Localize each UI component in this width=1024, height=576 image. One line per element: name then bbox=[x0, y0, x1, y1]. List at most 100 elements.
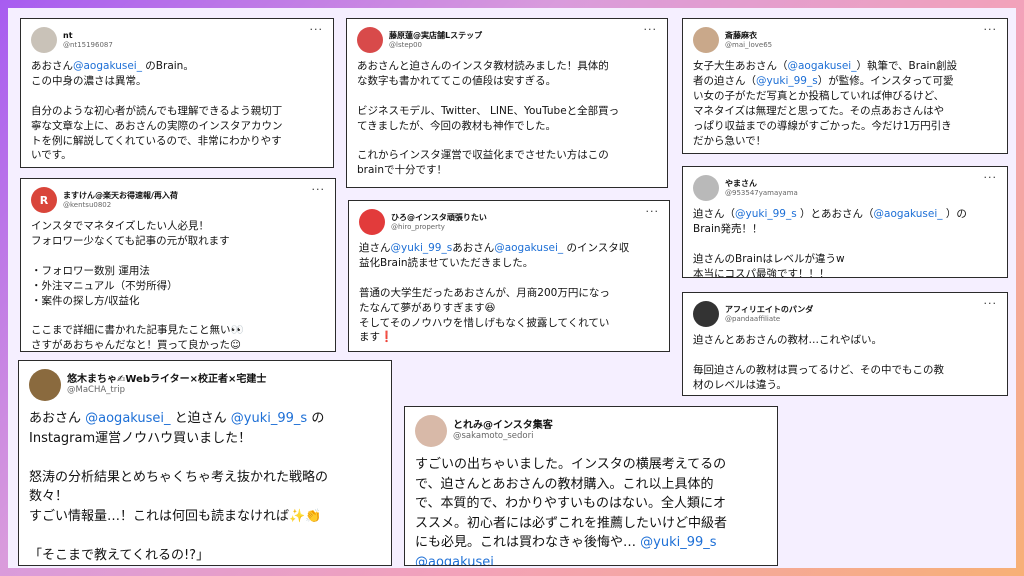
tweet-line bbox=[359, 271, 659, 286]
tweet-line bbox=[31, 308, 325, 323]
tweet-line: ・案件の探し方/収益化 bbox=[31, 294, 140, 307]
tweet-line: 寧な文章な上に、あおさんの実際のインスタアカウン bbox=[31, 119, 283, 132]
tweet-line: ・フォロワー数別 運用法 bbox=[31, 264, 150, 277]
tweet-line: 迫さん@yuki_99_sあおさん@aogakusei_ のインスタ収 bbox=[359, 242, 630, 254]
mention-link[interactable]: @aogakusei_ bbox=[73, 60, 142, 72]
tweet-body: あおさんと迫さんのインスタ教材読みました！具体的 な数字も書かれててこの値段は安す… bbox=[357, 59, 657, 178]
tweet-line: トを例に解説してくれているので、非常にわかりやす bbox=[31, 134, 282, 147]
tweet-card[interactable]: 斎藤麻衣 @mai_love65 ··· 女子大生あおさん（@aogakusei… bbox=[682, 18, 1008, 154]
tweet-body: 迫さん@yuki_99_sあおさん@aogakusei_ のインスタ収 益化Bra… bbox=[359, 241, 659, 345]
more-options-icon[interactable]: ··· bbox=[312, 184, 326, 195]
display-name[interactable]: 藤原蓮@実店舗Lステップ bbox=[389, 31, 482, 40]
avatar[interactable] bbox=[693, 175, 719, 201]
handle[interactable]: @kentsu0802 bbox=[63, 201, 178, 209]
tweet-body: 女子大生あおさん（@aogakusei_）執筆で、Brain創設 者の迫さん（@y… bbox=[693, 59, 997, 148]
tweet-line bbox=[29, 448, 381, 468]
mention-link[interactable]: @aogakusei_ bbox=[874, 208, 943, 220]
avatar[interactable] bbox=[359, 209, 385, 235]
tweet-line: Instagram運営ノウハウ買いました！ bbox=[29, 430, 252, 446]
handle[interactable]: @nt15196087 bbox=[63, 41, 113, 49]
mention-link[interactable]: @aogakusei_ bbox=[494, 242, 563, 254]
more-options-icon[interactable]: ··· bbox=[984, 298, 998, 309]
more-options-icon[interactable]: ··· bbox=[644, 24, 658, 35]
tweet-line: 毎回迫さんの教材は買ってるけど、その中でもこの教 bbox=[693, 363, 944, 376]
handle[interactable]: @pandaaffiliate bbox=[725, 315, 813, 323]
tweet-header: nt @nt15196087 ··· bbox=[31, 24, 324, 55]
handle[interactable]: @sakamoto_sedori bbox=[453, 431, 553, 442]
avatar[interactable] bbox=[693, 27, 719, 53]
display-name[interactable]: アフィリエイトのパンダ bbox=[725, 305, 813, 314]
tweet-card[interactable]: 悠木まちゃ✍Webライター×校正者×宅建士 @MaCHA_trip あおさん @… bbox=[18, 360, 392, 566]
tweet-card[interactable]: 藤原蓮@実店舗Lステップ @lstep00 ··· あおさんと迫さんのインスタ教… bbox=[346, 18, 668, 188]
tweet-card[interactable]: nt @nt15196087 ··· あおさん@aogakusei_ のBrai… bbox=[20, 18, 334, 168]
tweet-line bbox=[31, 89, 323, 104]
handle[interactable]: @hiro_property bbox=[391, 223, 487, 231]
avatar[interactable]: R bbox=[31, 187, 57, 213]
tweet-line: brainで十分です！ bbox=[357, 164, 447, 177]
tweet-line bbox=[357, 134, 657, 149]
tweet-body: あおさん@aogakusei_ のBrain。 この中身の濃さは異常。 自分のような… bbox=[31, 59, 323, 163]
mention-link[interactable]: @aogakusei_ bbox=[415, 555, 500, 566]
avatar[interactable] bbox=[357, 27, 383, 53]
display-name[interactable]: ひろ@インスタ頑張りたい bbox=[391, 213, 487, 222]
tweet-line: 益化Brain読ませていただきました。 bbox=[359, 256, 534, 269]
tweet-card[interactable]: アフィリエイトのパンダ @pandaaffiliate ··· 迫さんとあおさん… bbox=[682, 292, 1008, 396]
tweet-line: ・外注マニュアル（不労所得） bbox=[31, 279, 178, 292]
tweet-line: な数字も書かれててこの値段は安すぎる。 bbox=[357, 74, 557, 87]
mention-link[interactable]: @yuki_99_s bbox=[735, 208, 797, 220]
avatar[interactable] bbox=[31, 27, 57, 53]
tweet-line: で、本質的で、わかりやすいものはない。全人類にオ bbox=[415, 496, 726, 511]
mention-link[interactable]: @yuki_99_s bbox=[640, 535, 716, 550]
mention-link[interactable]: @aogakusei_ bbox=[85, 411, 170, 426]
tweet-line bbox=[357, 89, 657, 104]
tweet-line bbox=[693, 348, 997, 363]
handle[interactable]: @lstep00 bbox=[389, 41, 482, 49]
tweet-card[interactable]: やまさん @953547yamayama ··· 迫さん（@yuki_99_s … bbox=[682, 166, 1008, 278]
tweet-line bbox=[693, 237, 997, 252]
display-name[interactable]: 斎藤麻衣 bbox=[725, 31, 772, 40]
tweet-header: とれみ@インスタ集客 @sakamoto_sedori bbox=[415, 413, 767, 449]
tweet-line: @aogakusei_ bbox=[415, 553, 767, 566]
tweet-line: 女子大生あおさん（@aogakusei_）執筆で、Brain創設 bbox=[693, 60, 958, 72]
more-options-icon[interactable]: ··· bbox=[646, 206, 660, 217]
tweet-card[interactable]: ひろ@インスタ頑張りたい @hiro_property ··· 迫さん@yuki… bbox=[348, 200, 670, 352]
mention-link[interactable]: @aogakusei_ bbox=[788, 60, 857, 72]
tweet-line: すごい情報量…！これは何回も読まなければ✨👏 bbox=[29, 508, 322, 524]
tweet-line: ビジネスモデル、Twitter、 LINE、YouTubeと全部買っ bbox=[357, 104, 620, 117]
tweet-line: 迫さんのBrainはレベルが違うw bbox=[693, 252, 845, 265]
tweet-line: 者の迫さん（@yuki_99_s）が監修。インスタって可愛 bbox=[693, 74, 954, 87]
tweet-line: い女の子がただ写真とか投稿していれば伸びるけど、 bbox=[693, 89, 945, 102]
avatar[interactable] bbox=[415, 415, 447, 447]
more-options-icon[interactable]: ··· bbox=[310, 24, 324, 35]
mention-link[interactable]: @yuki_99_s bbox=[756, 75, 818, 87]
tweet-line: 怒涛の分析結果とめちゃくちゃ考え抜かれた戦略の bbox=[29, 469, 329, 485]
mention-link[interactable]: @yuki_99_s bbox=[231, 411, 307, 426]
tweet-line: ここまで詳細に書かれた記事見たこと無い👀 bbox=[31, 324, 244, 337]
handle[interactable]: @mai_love65 bbox=[725, 41, 772, 49]
handle[interactable]: @MaCHA_trip bbox=[67, 385, 266, 396]
display-name[interactable]: やまさん bbox=[725, 179, 798, 188]
tweet-line: 数々！ bbox=[29, 489, 69, 504]
tweet-body: 迫さんとあおさんの教材…これやばい。 毎回迫さんの教材は買ってるけど、その中でもこ… bbox=[693, 333, 997, 393]
tweet-line: これからインスタ運営で収益化までさせたい方はこの bbox=[357, 149, 609, 162]
mention-link[interactable]: @yuki_99_s bbox=[391, 242, 453, 254]
display-name[interactable]: ますけん@楽天お得速報/再入荷 bbox=[63, 191, 178, 200]
tweet-body: あおさん @aogakusei_ と迫さん @yuki_99_s の Instag… bbox=[29, 409, 381, 565]
tweet-card[interactable]: とれみ@インスタ集客 @sakamoto_sedori すごいの出ちゃいました。… bbox=[404, 406, 778, 566]
tweet-line: で、迫さんとあおさんの教材購入。これ以上具体的 bbox=[415, 476, 714, 492]
avatar[interactable] bbox=[693, 301, 719, 327]
more-options-icon[interactable]: ··· bbox=[984, 172, 998, 183]
tweet-line: 迫さん（@yuki_99_s ）とあおさん（@aogakusei_ ）の bbox=[693, 208, 967, 220]
display-name[interactable]: nt bbox=[63, 31, 113, 40]
tweet-line: 「そこまで教えてくれるの!?」 bbox=[29, 547, 210, 563]
more-options-icon[interactable]: ··· bbox=[984, 24, 998, 35]
tweet-card[interactable]: R ますけん@楽天お得速報/再入荷 @kentsu0802 ··· インスタでマ… bbox=[20, 178, 336, 352]
tweet-line: すごいの出ちゃいました。インスタの横展考えてるの bbox=[415, 457, 727, 472]
tweet-body: 迫さん（@yuki_99_s ）とあおさん（@aogakusei_ ）の Brai… bbox=[693, 207, 997, 277]
tweet-line: そしてそのノウハウを惜しげもなく披露してくれてい bbox=[359, 316, 610, 329]
tweet-header: ひろ@インスタ頑張りたい @hiro_property ··· bbox=[359, 206, 660, 237]
tweet-header: やまさん @953547yamayama ··· bbox=[693, 172, 998, 203]
avatar[interactable] bbox=[29, 369, 61, 401]
tweet-line: てきましたが、今回の教材も神作でした。 bbox=[357, 119, 556, 132]
handle[interactable]: @953547yamayama bbox=[725, 189, 798, 197]
